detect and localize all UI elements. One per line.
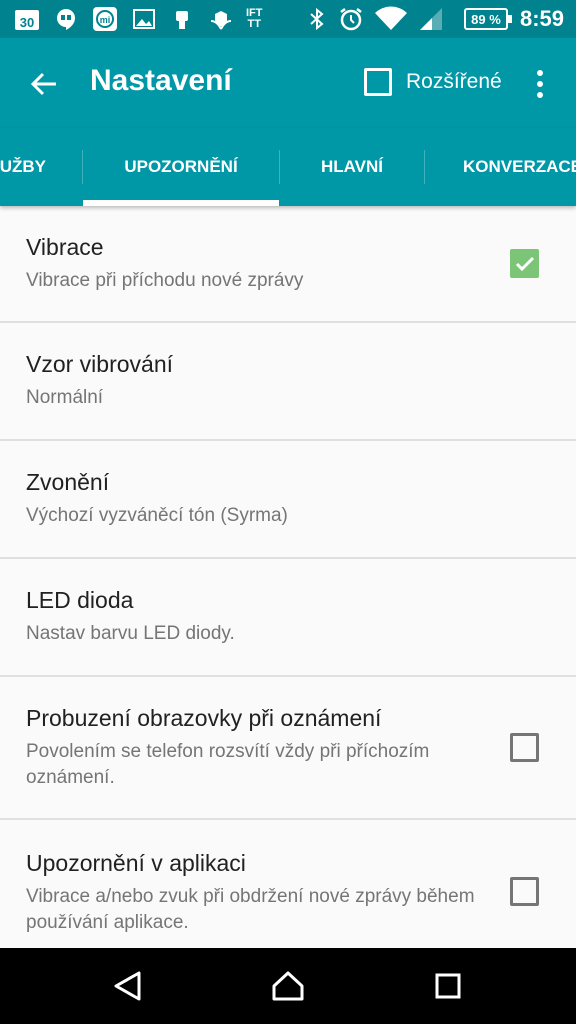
bluetooth-icon xyxy=(308,7,326,31)
probuzeni-checkbox[interactable] xyxy=(510,733,539,762)
advanced-toggle[interactable]: Rozšířené xyxy=(364,68,502,96)
back-triangle-icon xyxy=(114,971,141,1001)
tab-bar: UŽBY UPOZORNĚNÍ HLAVNÍ KONVERZACE xyxy=(0,128,576,206)
svg-text:mi: mi xyxy=(100,15,111,25)
back-button[interactable] xyxy=(20,60,68,108)
setting-vzor-vibrovani[interactable]: Vzor vibrování Normální xyxy=(0,323,576,441)
setting-zvoneni[interactable]: Zvonění Výchozí vyzváněcí tón (Syrma) xyxy=(0,441,576,559)
setting-title: Zvonění xyxy=(26,469,110,495)
ifttt-icon: IFT TT xyxy=(246,7,263,30)
signal-icon xyxy=(418,7,444,31)
mi-icon: mi xyxy=(92,7,118,31)
setting-subtitle: Výchozí vyzváněcí tón (Syrma) xyxy=(26,505,288,526)
overflow-menu-icon[interactable] xyxy=(520,60,560,108)
status-bar: 30 mi IFT TT 89 % 8:59 xyxy=(0,0,576,38)
tab-hlavni[interactable]: HLAVNÍ xyxy=(280,128,424,206)
setting-subtitle: Nastav barvu LED diody. xyxy=(26,623,235,644)
setting-title: Vzor vibrování xyxy=(26,351,174,377)
setting-subtitle: Normální xyxy=(26,387,104,408)
nav-recents-button[interactable] xyxy=(420,960,476,1012)
home-icon xyxy=(272,971,304,1001)
calendar-icon: 30 xyxy=(14,7,40,31)
page-title: Nastavení xyxy=(90,64,232,97)
setting-led-dioda[interactable]: LED dioda Nastav barvu LED diody. xyxy=(0,559,576,677)
setting-subtitle: Vibrace a/nebo zvuk při obdržení nové zp… xyxy=(26,886,475,933)
nav-home-button[interactable] xyxy=(260,960,316,1012)
tab-konverzace[interactable]: KONVERZACE xyxy=(425,128,576,206)
svg-text:30: 30 xyxy=(20,15,34,30)
image-icon xyxy=(132,7,156,31)
setting-subtitle: Vibrace při příchodu nové zprávy xyxy=(26,270,304,291)
advanced-label: Rozšířené xyxy=(406,70,502,93)
vibrace-checkbox[interactable] xyxy=(510,249,539,278)
clock: 8:59 xyxy=(519,6,564,31)
tab-upozorneni[interactable]: UPOZORNĚNÍ xyxy=(83,128,279,206)
tulip-icon xyxy=(208,7,234,31)
wifi-icon xyxy=(374,6,408,31)
setting-upozorneni-v-aplikaci[interactable]: Upozornění v aplikaci Vibrace a/nebo zvu… xyxy=(0,820,576,948)
arrow-back-icon xyxy=(30,72,56,96)
battery-icon: 89 % xyxy=(464,8,512,30)
setting-title: Probuzení obrazovky při oznámení xyxy=(26,705,382,731)
setting-title: LED dioda xyxy=(26,587,134,613)
setting-title: Vibrace xyxy=(26,234,104,260)
advanced-checkbox[interactable] xyxy=(364,68,392,96)
setting-subtitle: Povolením se telefon rozsvítí vždy při p… xyxy=(26,741,430,788)
setting-probuzeni-obrazovky[interactable]: Probuzení obrazovky při oznámení Povolen… xyxy=(0,677,576,820)
check-icon xyxy=(515,256,534,271)
setting-title: Upozornění v aplikaci xyxy=(26,850,246,876)
hangouts-icon xyxy=(54,7,78,31)
tab-sluzby[interactable]: UŽBY xyxy=(0,128,80,206)
navigation-bar xyxy=(0,948,576,1024)
alarm-icon xyxy=(338,7,364,31)
nav-back-button[interactable] xyxy=(100,960,156,1012)
settings-list: Vibrace Vibrace při příchodu nové zprávy… xyxy=(0,206,576,948)
upozorneni-checkbox[interactable] xyxy=(510,877,539,906)
app-bar: Nastavení Rozšířené xyxy=(0,38,576,128)
broom-icon xyxy=(170,7,194,31)
recents-icon xyxy=(435,973,461,999)
setting-vibrace[interactable]: Vibrace Vibrace při příchodu nové zprávy xyxy=(0,206,576,323)
